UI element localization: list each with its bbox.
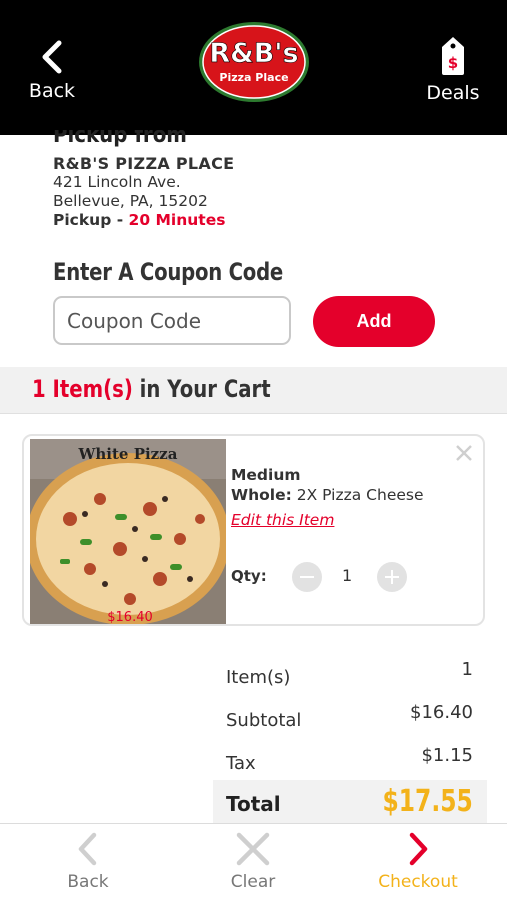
cart-item-count: 1 Item(s) [32, 375, 133, 403]
summary-items-label: Item(s) [226, 667, 291, 688]
summary-tax-label: Tax [226, 753, 256, 774]
summary-total-label: Total [226, 792, 281, 816]
bottom-checkout-label: Checkout [378, 872, 458, 892]
summary-items-value: 1 [461, 659, 473, 680]
item-whole-label: Whole: [231, 486, 292, 504]
price-tag-icon: $ [442, 37, 464, 75]
summary-tax-value: $1.15 [421, 745, 473, 766]
remove-item-icon[interactable] [455, 444, 473, 462]
chevron-left-icon [78, 832, 97, 866]
close-icon [236, 832, 270, 866]
chevron-right-icon [409, 832, 428, 866]
qty-value: 1 [342, 566, 353, 585]
pickup-heading: Pickup from [53, 130, 187, 148]
pizza-image: White Pizza $16.40 [30, 439, 226, 624]
bottom-action-bar: Back Clear Checkout [0, 823, 507, 901]
top-header: Back R&B's Pizza Place $ Deals [0, 0, 507, 135]
pizza-image-caption: White Pizza [78, 445, 178, 463]
qty-decrease-button[interactable] [292, 562, 322, 592]
pickup-time: Pickup - 20 Minutes [53, 211, 473, 229]
store-address-line2: Bellevue, PA, 15202 [53, 192, 208, 210]
qty-increase-button[interactable] [377, 562, 407, 592]
header-deals-button[interactable]: $ Deals [421, 36, 485, 104]
header-deals-label: Deals [426, 82, 480, 104]
pizza-image-price: $16.40 [107, 610, 153, 624]
summary-subtotal-label: Subtotal [226, 710, 302, 731]
header-back-label: Back [28, 80, 76, 102]
chevron-left-icon [42, 40, 62, 74]
cart-item-card: White Pizza $16.40 Medium Whole: 2X Pizz… [22, 434, 485, 626]
pickup-info: Pickup from R&B'S PIZZA PLACE 421 Lincol… [53, 130, 473, 229]
cart-title-suffix: in Your Cart [132, 375, 271, 403]
store-name: R&B'S PIZZA PLACE [53, 154, 235, 173]
summary-subtotal-row: Subtotal $16.40 [213, 698, 487, 741]
item-whole-value: 2X Pizza Cheese [296, 486, 424, 504]
bottom-clear-label: Clear [230, 872, 276, 892]
cart-header: 1 Item(s) in Your Cart [0, 367, 507, 414]
summary-total-value: $17.55 [382, 784, 473, 819]
coupon-code-input[interactable] [53, 296, 291, 345]
logo-main-text: R&B's [209, 38, 298, 69]
brand-logo[interactable]: R&B's Pizza Place [198, 18, 310, 104]
summary-items-row: Item(s) 1 [213, 655, 487, 698]
coupon-title: Enter A Coupon Code [53, 258, 284, 286]
bottom-clear-button[interactable]: Clear [203, 832, 303, 892]
logo-sub-text: Pizza Place [219, 71, 288, 84]
summary-subtotal-value: $16.40 [410, 702, 473, 723]
bottom-back-button[interactable]: Back [38, 832, 138, 892]
edit-item-link[interactable]: Edit this Item [231, 511, 334, 529]
qty-label: Qty: [231, 567, 267, 585]
cart-title: 1 Item(s) in Your Cart [32, 375, 271, 403]
item-toppings: Whole: 2X Pizza Cheese [231, 486, 424, 504]
svg-text:$: $ [448, 54, 458, 72]
bottom-back-label: Back [67, 872, 109, 892]
bottom-checkout-button[interactable]: Checkout [368, 832, 468, 892]
summary-tax-row: Tax $1.15 [213, 741, 487, 784]
order-summary: Item(s) 1 Subtotal $16.40 Tax $1.15 [213, 655, 487, 784]
summary-total-row: Total $17.55 [213, 780, 487, 825]
add-coupon-button[interactable]: Add [313, 296, 435, 347]
header-back-button[interactable]: Back [22, 40, 82, 102]
item-size: Medium [231, 466, 301, 484]
store-address-line1: 421 Lincoln Ave. [53, 173, 181, 191]
pickup-time-prefix: Pickup - [53, 211, 129, 229]
pickup-time-value: 20 Minutes [128, 211, 226, 229]
